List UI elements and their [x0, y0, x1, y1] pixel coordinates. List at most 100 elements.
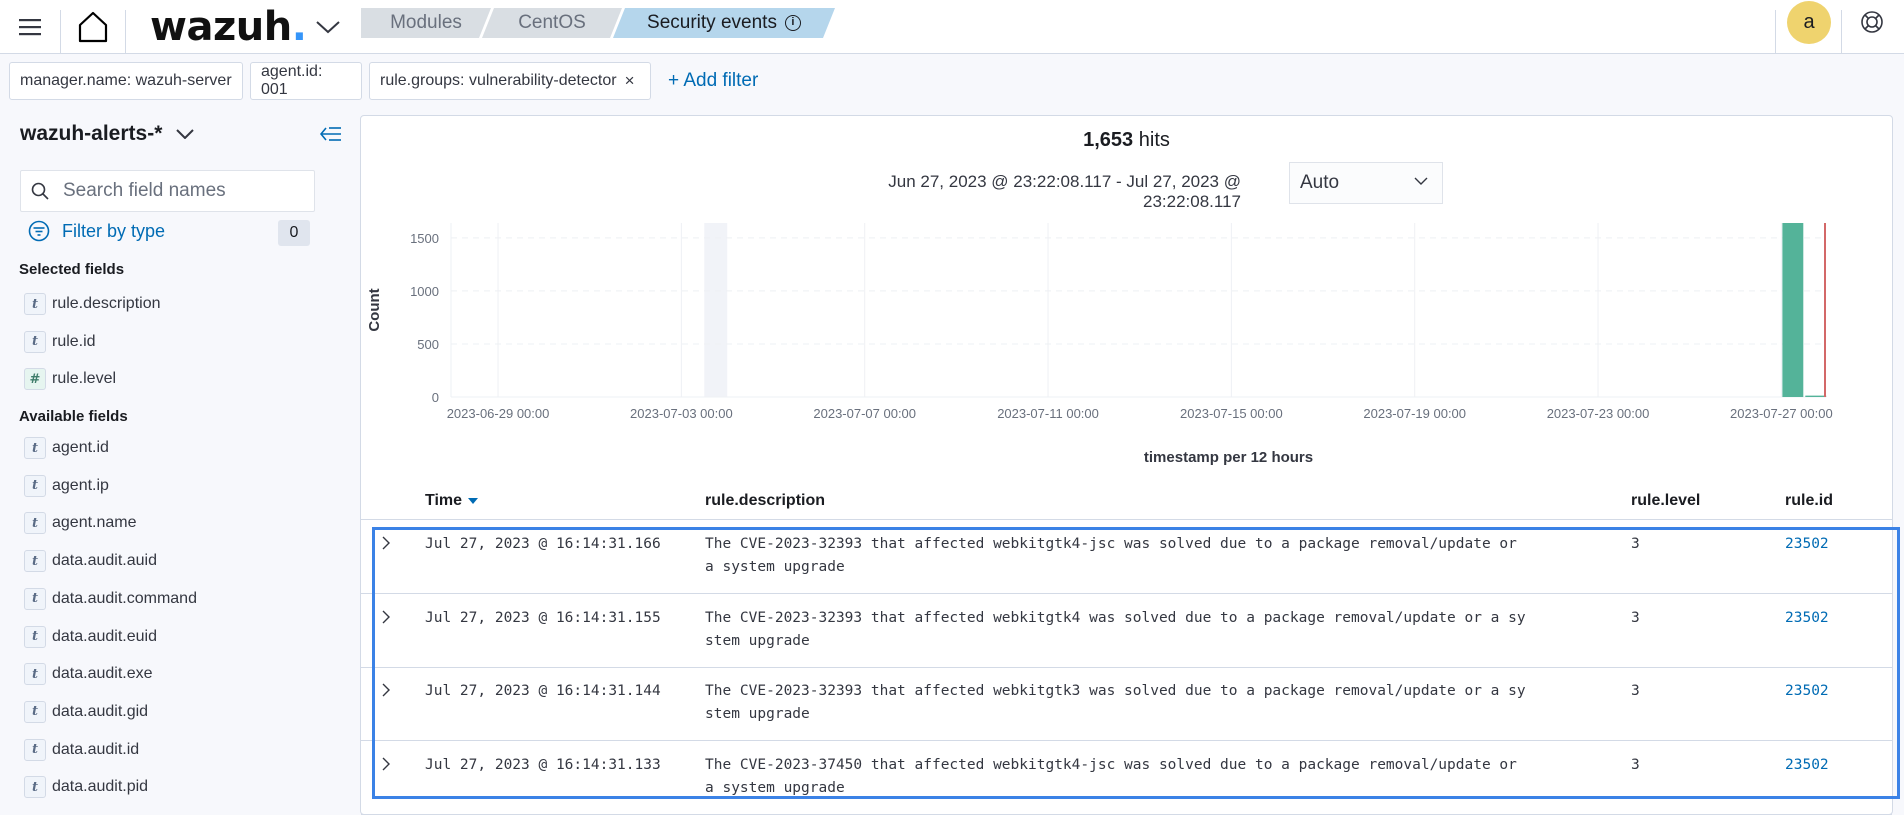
chevron-down-icon — [316, 21, 340, 34]
breadcrumb-security-events[interactable]: Security events i — [613, 8, 835, 38]
filter-pill-rule-groups[interactable]: rule.groups: vulnerability-detector × — [369, 62, 651, 100]
app-switcher-button[interactable] — [310, 0, 346, 54]
time-cell: Jul 27, 2023 @ 16:14:31.155 — [425, 609, 661, 626]
highlight-band — [704, 223, 728, 397]
field-name: data.audit.id — [52, 740, 140, 758]
field-item[interactable]: t data.audit.auid — [24, 550, 157, 573]
selected-fields-heading: Selected fields — [19, 261, 125, 278]
table-row[interactable]: Jul 27, 2023 @ 16:14:31.166 The CVE-2023-… — [361, 521, 1892, 594]
table-header: Time rule.description rule.level rule.id — [361, 484, 1892, 520]
expand-row-icon[interactable] — [381, 535, 391, 551]
string-type-icon: t — [24, 437, 46, 459]
y-tick-label: 1500 — [410, 231, 439, 246]
description-cell: The CVE-2023-32393 that affected webkitg… — [705, 607, 1625, 653]
field-name: data.audit.exe — [52, 665, 153, 683]
x-tick-label: 2023-06-29 00:00 — [447, 406, 550, 421]
expand-row-icon[interactable] — [381, 682, 391, 698]
breadcrumb-modules[interactable]: Modules — [361, 8, 491, 38]
filter-by-type-button[interactable]: Filter by type — [28, 220, 165, 242]
y-tick-label: 1000 — [410, 284, 439, 299]
discover-panel: 1,653 hits Jun 27, 2023 @ 23:22:08.117 -… — [360, 115, 1893, 815]
x-tick-label: 2023-07-11 00:00 — [997, 406, 1099, 421]
x-tick-label: 2023-07-15 00:00 — [1180, 406, 1283, 421]
column-header-rule-description[interactable]: rule.description — [705, 492, 825, 510]
table-row[interactable]: Jul 27, 2023 @ 16:14:31.144 The CVE-2023-… — [361, 668, 1892, 741]
description-line: stem upgrade — [705, 706, 810, 722]
field-item[interactable]: t rule.id — [24, 330, 96, 353]
field-item[interactable]: t data.audit.gid — [24, 700, 149, 723]
column-header-rule-id[interactable]: rule.id — [1785, 492, 1833, 510]
description-cell: The CVE-2023-32393 that affected webkitg… — [705, 680, 1625, 726]
column-header-rule-level[interactable]: rule.level — [1631, 492, 1700, 510]
add-filter-button[interactable]: + Add filter — [668, 70, 758, 92]
description-line: a system upgrade — [705, 559, 845, 575]
rule-id-link[interactable]: 23502 — [1785, 533, 1829, 556]
info-icon[interactable]: i — [785, 15, 801, 31]
table-row[interactable]: Jul 27, 2023 @ 16:14:31.155 The CVE-2023-… — [361, 595, 1892, 668]
string-type-icon: t — [24, 700, 46, 723]
sort-desc-icon[interactable] — [468, 497, 479, 504]
time-cell: Jul 27, 2023 @ 16:14:31.166 — [425, 536, 661, 552]
field-name: rule.description — [52, 295, 161, 312]
x-tick-label: 2023-07-03 00:00 — [630, 406, 733, 421]
field-item[interactable]: t data.audit.id — [24, 738, 140, 761]
field-item[interactable]: t agent.id — [24, 437, 109, 459]
wazuh-logo[interactable]: wazuh. — [150, 0, 307, 54]
field-name: agent.id — [52, 439, 109, 456]
home-icon — [78, 11, 108, 43]
collapse-sidebar-icon[interactable] — [320, 126, 342, 142]
field-item[interactable]: t data.audit.exe — [24, 663, 153, 686]
x-axis-title: timestamp per 12 hours — [1144, 449, 1313, 466]
filter-icon — [28, 220, 50, 242]
filter-pill-agent-id[interactable]: agent.id: 001 — [250, 62, 362, 100]
level-cell: 3 — [1631, 609, 1640, 626]
column-header-time[interactable]: Time — [425, 492, 479, 510]
x-tick-label: 2023-07-07 00:00 — [813, 406, 916, 421]
expand-row-icon[interactable] — [381, 756, 391, 772]
y-axis-title: Count — [366, 288, 383, 331]
histogram-bar — [1805, 395, 1827, 397]
field-name: data.audit.pid — [52, 778, 149, 796]
rule-id-link[interactable]: 23502 — [1785, 607, 1829, 630]
field-item[interactable]: t data.audit.pid — [24, 776, 149, 799]
rule-id-link[interactable]: 23502 — [1785, 680, 1829, 703]
field-item[interactable]: t agent.ip — [24, 474, 109, 497]
histogram-chart[interactable]: 0 500 1000 1500 2023-06-29 00:00 2023-07-03 0… — [361, 116, 1894, 476]
string-type-icon: t — [24, 625, 46, 648]
field-name: agent.ip — [52, 476, 109, 494]
field-search-box[interactable] — [20, 170, 315, 212]
remove-filter-icon[interactable]: × — [625, 71, 635, 91]
breadcrumb-agent[interactable]: CentOS — [482, 8, 622, 38]
index-pattern-selector[interactable]: wazuh-alerts-* — [20, 122, 195, 146]
field-item[interactable]: t data.audit.command — [24, 587, 197, 610]
expand-row-icon[interactable] — [381, 609, 391, 625]
field-search-input[interactable] — [63, 180, 293, 202]
number-type-icon: # — [24, 368, 46, 391]
field-name: data.audit.gid — [52, 702, 149, 720]
field-name: rule.id — [52, 332, 96, 350]
x-tick-label: 2023-07-19 00:00 — [1363, 406, 1466, 421]
menu-button[interactable] — [0, 0, 60, 54]
field-item[interactable]: t agent.name — [24, 512, 137, 535]
help-icon[interactable] — [1860, 10, 1884, 34]
field-item[interactable]: # rule.level — [24, 368, 116, 391]
filter-pill-manager-name[interactable]: manager.name: wazuh-server — [9, 62, 243, 100]
field-name: data.audit.auid — [52, 552, 157, 570]
menu-icon — [19, 19, 41, 36]
field-item[interactable]: t rule.description — [24, 293, 161, 315]
rule-id-link[interactable]: 23502 — [1785, 754, 1829, 777]
field-name: data.audit.euid — [52, 627, 157, 645]
string-type-icon: t — [24, 550, 46, 573]
filter-count-badge: 0 — [278, 220, 310, 246]
level-cell: 3 — [1631, 536, 1640, 552]
home-button[interactable] — [62, 0, 124, 54]
level-cell: 3 — [1631, 683, 1640, 699]
search-icon — [31, 182, 49, 200]
description-line: The CVE-2023-32393 that affected webkitg… — [705, 536, 1517, 552]
y-tick-label: 500 — [417, 337, 439, 352]
y-tick-label: 0 — [432, 390, 439, 405]
field-item[interactable]: t data.audit.euid — [24, 625, 157, 648]
user-avatar[interactable]: a — [1787, 1, 1831, 44]
description-line: The CVE-2023-32393 that affected webkitg… — [705, 609, 1526, 626]
string-type-icon: t — [24, 512, 46, 535]
